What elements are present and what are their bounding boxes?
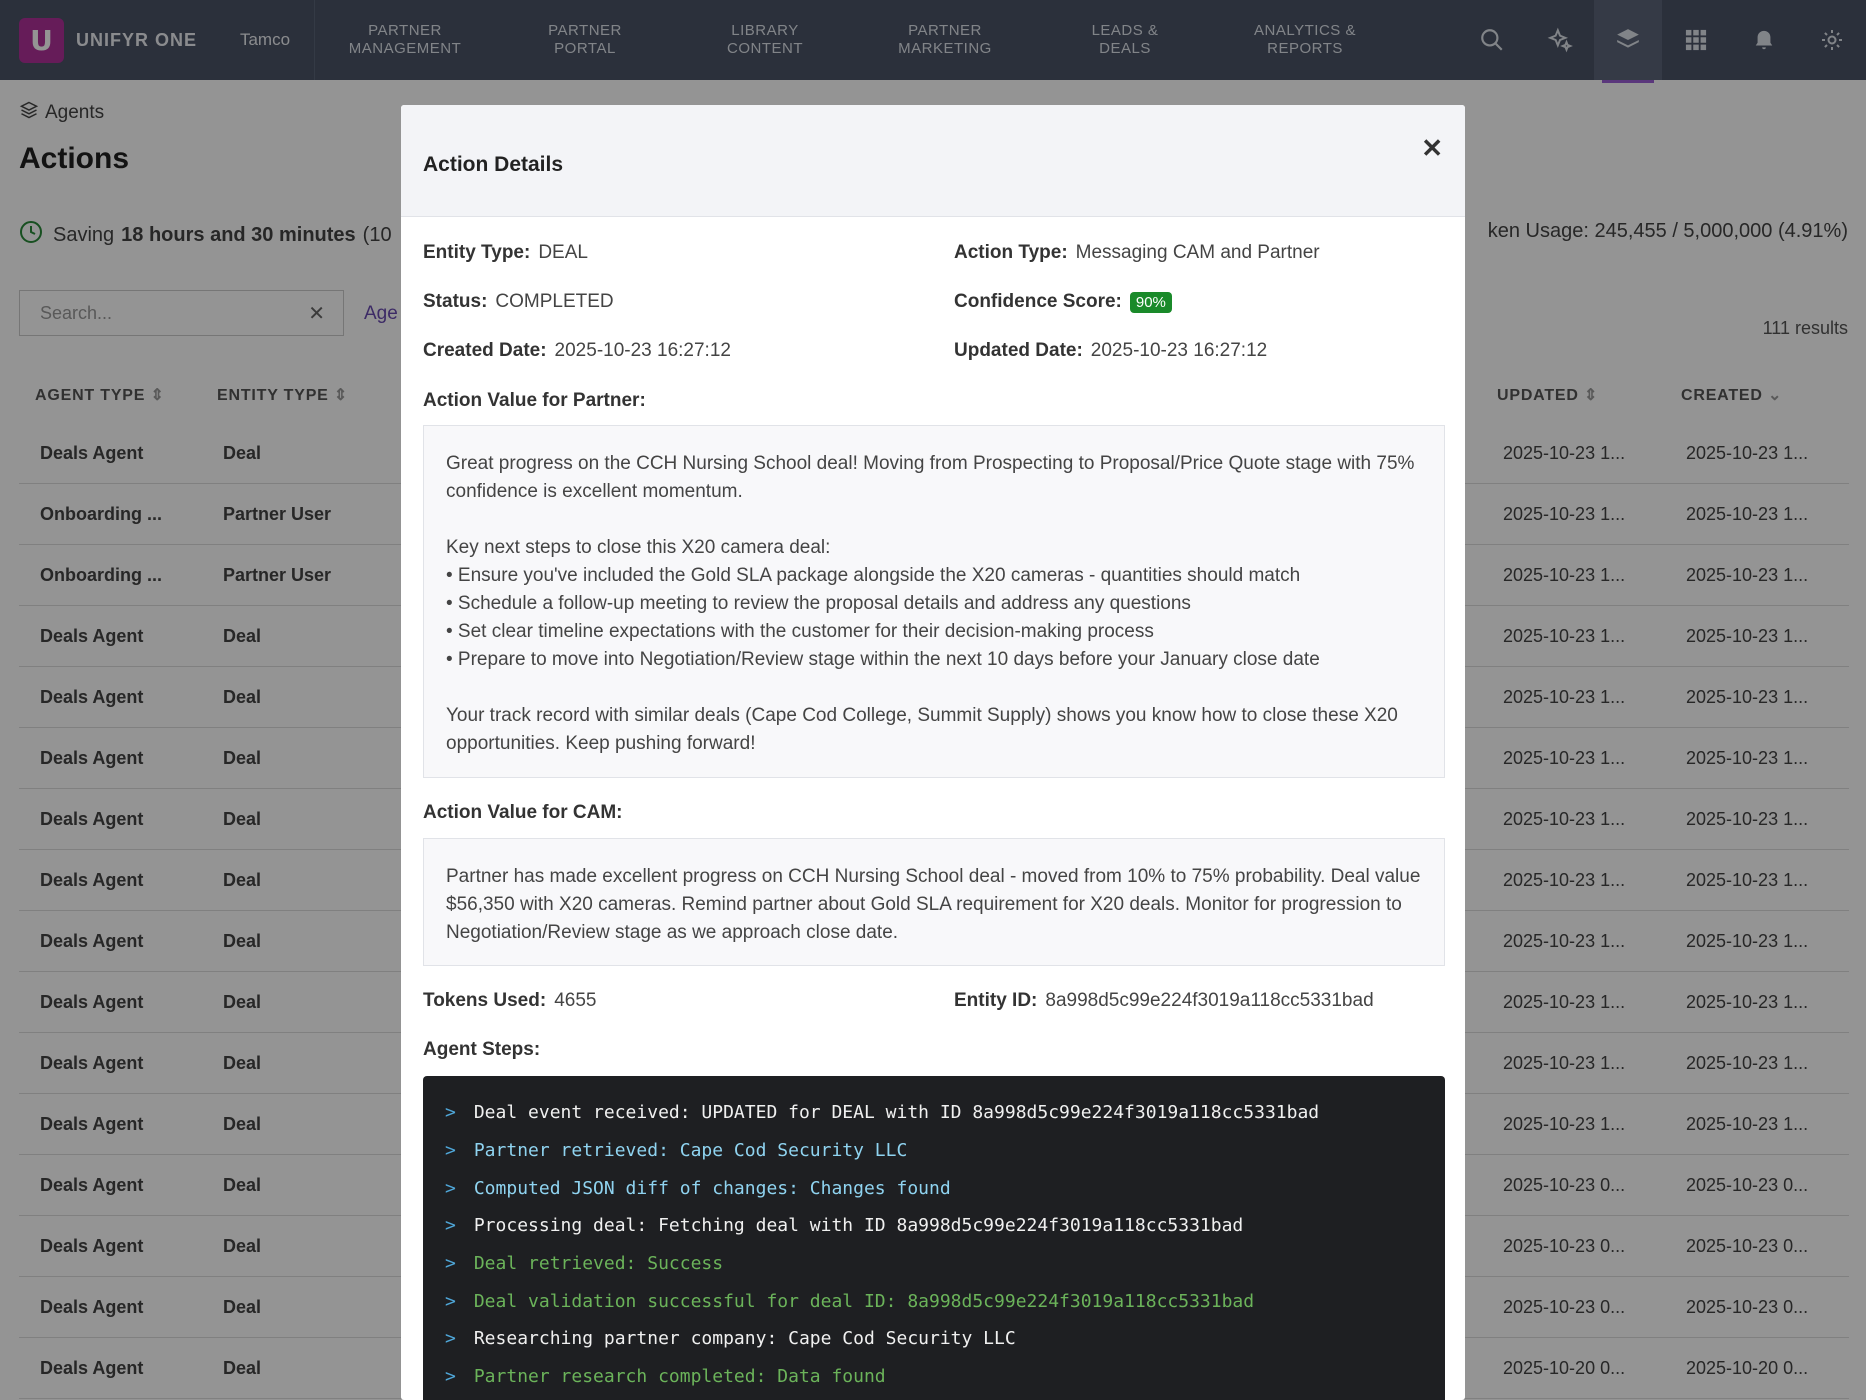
status-field: Status: COMPLETED xyxy=(423,291,614,313)
field-label: Created Date: xyxy=(423,340,547,361)
agent-step-line: > Partner research completed: Data found xyxy=(445,1358,1423,1396)
field-value: 2025-10-23 16:27:12 xyxy=(554,340,731,361)
agent-step-line: > Deal retrieved: Success xyxy=(445,1245,1423,1283)
prompt-glyph: > xyxy=(445,1102,456,1124)
agent-step-line: > Deal validation successful for deal ID:… xyxy=(445,1282,1423,1320)
cam-value-heading: Action Value for CAM: xyxy=(423,802,623,823)
agent-step-text: Deal validation successful for deal ID: … xyxy=(473,1290,1255,1312)
cam-value-text: Partner has made excellent progress on C… xyxy=(423,838,1445,966)
agent-steps-log[interactable]: > Deal event received: UPDATED for DEAL w… xyxy=(423,1076,1445,1400)
created-date-field: Created Date: 2025-10-23 16:27:12 xyxy=(423,340,731,362)
entity-id-field: Entity ID: 8a998d5c99e224f3019a118cc5331b… xyxy=(954,990,1374,1012)
field-label: Status: xyxy=(423,291,488,312)
agent-step-text: Deal event received: UPDATED for DEAL wi… xyxy=(473,1102,1320,1124)
confidence-badge: 90% xyxy=(1129,292,1172,313)
agent-step-text: Researching partner company: Cape Cod Se… xyxy=(473,1328,1016,1350)
action-details-modal: Action Details ✕ Entity Type: DEAL Action… xyxy=(401,105,1465,1400)
prompt-glyph: > xyxy=(445,1366,456,1388)
action-type-field: Action Type: Messaging CAM and Partner xyxy=(954,242,1320,264)
field-label: Entity Type: xyxy=(423,242,531,263)
agent-steps-heading: Agent Steps: xyxy=(423,1039,541,1060)
agent-step-text: Processing deal: Fetching deal with ID 8… xyxy=(473,1215,1244,1237)
agent-step-line: > Computed JSON diff of changes: Changes … xyxy=(445,1169,1423,1207)
prompt-glyph: > xyxy=(445,1328,456,1350)
updated-date-field: Updated Date: 2025-10-23 16:27:12 xyxy=(954,340,1267,362)
agent-step-line: > Processing deal: Fetching deal with ID … xyxy=(445,1207,1423,1245)
field-value: COMPLETED xyxy=(495,291,614,312)
tokens-used-field: Tokens Used: 4655 xyxy=(423,990,596,1012)
agent-step-line: > Researching partner company: Cape Cod S… xyxy=(445,1320,1423,1358)
agent-step-text: Computed JSON diff of changes: Changes f… xyxy=(473,1177,951,1199)
field-label: Action Type: xyxy=(954,242,1068,263)
field-value: 8a998d5c99e224f3019a118cc5331bad xyxy=(1045,990,1374,1011)
prompt-glyph: > xyxy=(445,1177,456,1199)
field-label: Updated Date: xyxy=(954,340,1083,361)
field-label: Tokens Used: xyxy=(423,990,547,1011)
modal-header: Action Details ✕ xyxy=(401,105,1465,217)
modal-title: Action Details xyxy=(423,153,564,176)
prompt-glyph: > xyxy=(445,1215,456,1237)
prompt-glyph: > xyxy=(445,1253,456,1275)
partner-value-text: Great progress on the CCH Nursing School… xyxy=(423,425,1445,778)
agent-step-line: > Partner retrieved: Cape Cod Security LL… xyxy=(445,1132,1423,1170)
agent-step-text: Partner retrieved: Cape Cod Security LLC xyxy=(473,1140,908,1162)
agent-step-text: Deal retrieved: Success xyxy=(473,1253,724,1275)
field-value: 2025-10-23 16:27:12 xyxy=(1090,340,1268,361)
confidence-field: Confidence Score: 90% xyxy=(954,291,1172,313)
field-value: 4655 xyxy=(554,990,597,1011)
close-icon[interactable]: ✕ xyxy=(1421,133,1443,164)
entity-type-field: Entity Type: DEAL xyxy=(423,242,588,264)
field-label: Confidence Score: xyxy=(954,291,1122,312)
agent-step-text: Partner research completed: Data found xyxy=(473,1366,886,1388)
agent-step-line: > Deal event received: UPDATED for DEAL w… xyxy=(445,1094,1423,1132)
field-label: Entity ID: xyxy=(954,990,1038,1011)
field-value: DEAL xyxy=(538,242,588,263)
prompt-glyph: > xyxy=(445,1290,456,1312)
partner-value-heading: Action Value for Partner: xyxy=(423,390,646,411)
field-value: Messaging CAM and Partner xyxy=(1075,242,1320,263)
prompt-glyph: > xyxy=(445,1140,456,1162)
